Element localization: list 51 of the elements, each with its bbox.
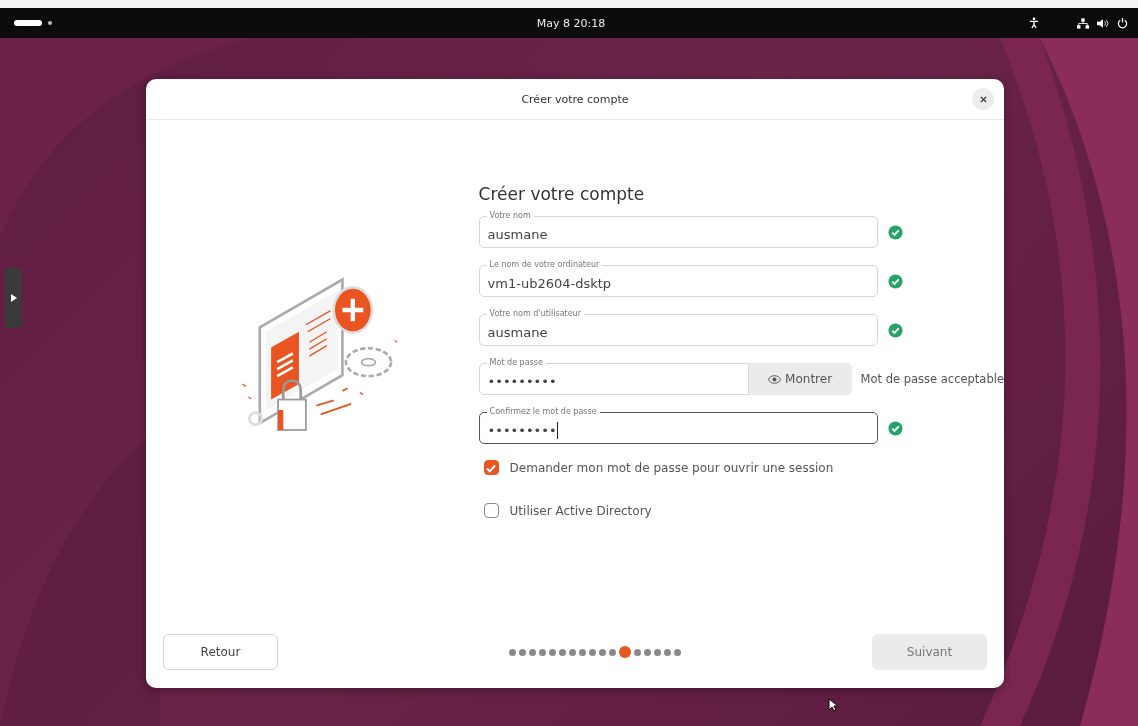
- step-indicator-dot[interactable]: [654, 648, 661, 656]
- clock[interactable]: May 8 20:18: [536, 16, 606, 30]
- field-value: ausmane: [487, 324, 548, 340]
- window-title: Créer votre compte: [521, 92, 629, 106]
- eye-icon[interactable]: [768, 374, 782, 384]
- workspace-dot-icon: [48, 21, 52, 25]
- step-indicator-dot[interactable]: [589, 648, 596, 656]
- text-field[interactable]: Votre nom ausmane: [478, 210, 878, 248]
- step-indicator-dot[interactable]: [569, 648, 576, 656]
- step-indicator-dot[interactable]: [509, 648, 516, 656]
- field-value: •••••••••: [487, 422, 557, 438]
- field-value: •••••••••: [487, 373, 557, 389]
- text-field[interactable]: Le nom de votre ordinateur vm1-ub2604-dsktp: [478, 259, 878, 297]
- accessibility-icon[interactable]: [1029, 17, 1039, 29]
- step-indicator-dot[interactable]: [539, 648, 546, 656]
- checkbox-label: Demander mon mot de passe pour ouvrir une session: [509, 460, 834, 475]
- form-heading: Créer votre compte: [478, 184, 646, 204]
- step-indicator-dot[interactable]: [609, 648, 616, 656]
- step-indicator-dot[interactable]: [619, 646, 631, 658]
- close-icon[interactable]: [979, 95, 987, 103]
- text-field[interactable]: Confirmez le mot de passe •••••••••: [478, 406, 878, 444]
- step-indicator-dot[interactable]: [664, 648, 671, 656]
- field-value: vm1-ub2604-dsktp: [487, 275, 612, 291]
- field-label: Confirmez le mot de passe: [486, 406, 600, 418]
- checkbox[interactable]: [483, 460, 499, 475]
- show-password-button[interactable]: Montrer: [748, 363, 852, 395]
- side-panel-handle[interactable]: [5, 268, 22, 328]
- activities-icon[interactable]: [14, 20, 42, 26]
- checkbox-label: Utiliser Active Directory: [509, 503, 652, 518]
- step-indicator-dot[interactable]: [519, 648, 526, 656]
- step-indicator-dot[interactable]: [549, 648, 556, 656]
- step-indicator-dot[interactable]: [559, 648, 566, 656]
- text-field[interactable]: Votre nom d'utilisateur ausmane: [478, 308, 878, 346]
- text-cursor: [556, 421, 559, 439]
- power-icon[interactable]: [1117, 17, 1128, 29]
- back-button[interactable]: Retour: [163, 634, 278, 670]
- step-indicator-dot[interactable]: [599, 648, 606, 656]
- step-indicator-dot[interactable]: [529, 648, 536, 656]
- text-field[interactable]: Mot de passe •••••••••: [478, 357, 749, 395]
- mouse-pointer-icon: [828, 698, 838, 712]
- close-button[interactable]: [972, 88, 994, 110]
- step-indicator-dot[interactable]: [674, 648, 681, 656]
- step-indicator-dot[interactable]: [634, 648, 641, 656]
- step-indicator-dot[interactable]: [644, 648, 651, 656]
- field-label: Mot de passe: [486, 357, 546, 369]
- step-indicator-dot[interactable]: [579, 648, 586, 656]
- password-strength-text: Mot de passe acceptable: [860, 372, 1004, 386]
- field-value: ausmane: [487, 226, 548, 242]
- volume-icon[interactable]: [1097, 17, 1109, 29]
- network-icon[interactable]: [1077, 17, 1089, 29]
- checkbox[interactable]: [483, 503, 499, 518]
